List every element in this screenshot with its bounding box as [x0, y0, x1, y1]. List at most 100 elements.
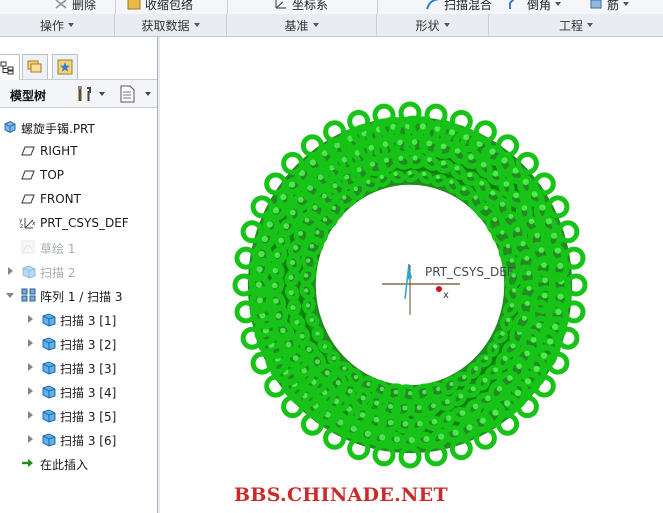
delete-label: 删除: [72, 0, 97, 12]
chevron-down-icon: [68, 23, 74, 27]
tree-item-csys[interactable]: y z x PRT_CSYS_DEF: [0, 213, 157, 233]
tree-item-pattern-1[interactable]: 阵列 1 / 扫描 3: [0, 285, 157, 305]
tree-item-label: 扫描 3 [5]: [60, 410, 117, 424]
tree-item-sketch-1[interactable]: 草绘 1: [0, 237, 157, 257]
group-operations-label: 操作: [39, 18, 64, 33]
group-shapes[interactable]: 形状: [377, 14, 489, 36]
insert-here-arrow-icon: [21, 456, 35, 473]
tree-item-sweep-3-2[interactable]: 扫描 3 [2]: [0, 333, 157, 353]
sweep-icon: [41, 312, 57, 331]
csys-triad: [382, 263, 460, 315]
chevron-down-icon[interactable]: [623, 2, 630, 6]
model-tree-title: 模型树: [10, 89, 47, 103]
favorites-tab[interactable]: [52, 54, 78, 79]
chevron-down-icon: [312, 23, 319, 27]
layer-tree-tab[interactable]: [22, 54, 48, 79]
swept-blend-command[interactable]: 扫描混合: [426, 0, 492, 13]
delete-command[interactable]: 删除: [54, 0, 96, 13]
expand-arrow-icon[interactable]: [28, 339, 33, 347]
tree-item-label: 扫描 3 [4]: [60, 386, 117, 400]
chamfer-icon: [509, 0, 522, 9]
tree-item-sweep-3-4[interactable]: 扫描 3 [4]: [0, 381, 157, 401]
delete-icon: [55, 0, 67, 9]
model-tree-tab[interactable]: [0, 54, 20, 80]
sweep-icon: [41, 360, 57, 379]
tree-item-label: 草绘 1: [40, 242, 76, 256]
ribbon-separator: [227, 0, 228, 14]
watermark: BBS.CHINADE.NET: [234, 484, 448, 506]
group-engineering-label: 工程: [558, 18, 583, 33]
tree-item-label: 扫描 3 [2]: [60, 338, 117, 352]
csys-icon: [275, 0, 286, 9]
group-engineering[interactable]: 工程: [489, 14, 663, 36]
chevron-down-icon[interactable]: [99, 92, 105, 96]
chamfer-command[interactable]: 倒角: [509, 0, 562, 13]
tools-icon[interactable]: [76, 85, 94, 103]
rib-command[interactable]: 筋: [589, 0, 630, 13]
expand-arrow-icon[interactable]: [28, 435, 33, 443]
tree-item-insert-here[interactable]: 在此插入: [0, 453, 157, 473]
show-settings-icon[interactable]: [120, 85, 135, 103]
tree-item-label: 扫描 3 [6]: [60, 434, 117, 448]
tree-item-top-plane[interactable]: TOP: [0, 165, 157, 185]
tree-item-label: 扫描 3 [1]: [60, 314, 117, 328]
tree-item-part[interactable]: 螺旋手镯.PRT: [0, 117, 157, 137]
csys-icon: yzx: [19, 216, 37, 233]
csys-command[interactable]: 坐标系: [274, 0, 328, 13]
ribbon-separator: [115, 0, 116, 14]
tree-item-label: FRONT: [40, 192, 81, 206]
expand-arrow-icon[interactable]: [28, 387, 33, 395]
tree-item-label: 阵列 1 / 扫描 3: [40, 290, 123, 304]
chevron-down-icon[interactable]: [555, 2, 562, 6]
tree-item-label: 扫描 2: [40, 266, 76, 280]
tree-item-label: TOP: [40, 168, 65, 182]
tree-item-sweep-3-5[interactable]: 扫描 3 [5]: [0, 405, 157, 425]
group-datum-label: 基准: [284, 18, 309, 33]
x-axis-label: x: [443, 290, 449, 301]
tree-item-label: RIGHT: [40, 144, 78, 158]
expand-arrow-icon[interactable]: [28, 315, 33, 323]
svg-text:z: z: [20, 223, 23, 230]
expand-arrow-icon[interactable]: [28, 363, 33, 371]
pattern-icon: [21, 288, 37, 305]
group-datum[interactable]: 基准: [227, 14, 377, 36]
tree-item-sweep-3-3[interactable]: 扫描 3 [3]: [0, 357, 157, 377]
tree-item-sweep-3-1[interactable]: 扫描 3 [1]: [0, 309, 157, 329]
datum-plane-icon: [21, 192, 35, 209]
tree-item-sweep-3-6[interactable]: 扫描 3 [6]: [0, 429, 157, 449]
collapse-arrow-icon[interactable]: [6, 293, 14, 298]
csys-label: PRT_CSYS_DEF: [425, 265, 514, 279]
tree-item-sweep-2[interactable]: 扫描 2: [0, 261, 157, 281]
datum-plane-icon: [21, 144, 35, 161]
chevron-down-icon: [587, 23, 593, 27]
chamfer-label: 倒角: [527, 0, 552, 12]
sweep-icon: [41, 336, 57, 355]
part-icon: [3, 120, 17, 137]
tree-item-label: 在此插入: [40, 458, 89, 472]
tree-item-label: 螺旋手镯.PRT: [21, 122, 95, 136]
chevron-down-icon[interactable]: [145, 92, 151, 96]
model-tree-toolbar: 模型树: [0, 80, 157, 108]
ribbon-separator: [377, 0, 378, 14]
tree-item-right-plane[interactable]: RIGHT: [0, 141, 157, 161]
expand-arrow-icon[interactable]: [28, 411, 33, 419]
shrinkwrap-label: 收缩包络: [145, 0, 194, 12]
group-operations[interactable]: 操作: [0, 14, 115, 36]
chevron-down-icon: [193, 23, 200, 27]
ribbon-group-bar: 操作 获取数据 基准 形状 工程: [0, 14, 663, 37]
shrinkwrap-command[interactable]: 收缩包络: [127, 0, 193, 13]
tree-item-label: 扫描 3 [3]: [60, 362, 117, 376]
swept-blend-label: 扫描混合: [444, 0, 493, 12]
tree-item-label: PRT_CSYS_DEF: [40, 216, 129, 230]
sweep-icon: [41, 384, 57, 403]
sweep-icon: [41, 432, 57, 451]
navigator-tabs: [0, 37, 157, 80]
expand-arrow-icon[interactable]: [8, 267, 13, 275]
graphics-viewport[interactable]: PRT_CSYS_DEF x BBS.CHINADE.NET: [160, 37, 663, 513]
svg-text:x: x: [32, 220, 36, 227]
csys-label: 坐标系: [292, 0, 329, 12]
group-get-data[interactable]: 获取数据: [115, 14, 227, 36]
group-get-data-label: 获取数据: [141, 18, 190, 33]
tree-item-front-plane[interactable]: FRONT: [0, 189, 157, 209]
navigator-panel: 模型树 螺旋手镯.PRT RIGHT TOP FRONT y z x PRT_CSYS_DEF…: [0, 37, 158, 513]
